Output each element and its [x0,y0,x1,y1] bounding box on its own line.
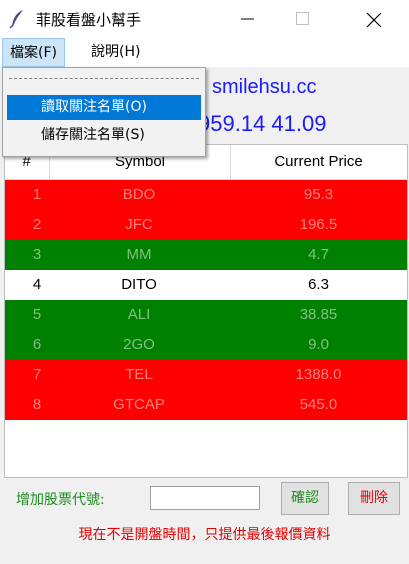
watchlist-table: # Symbol Current Price 1 BDO 95.3 2 JFC 196.5… [4,144,408,478]
table-row[interactable]: 8 GTCAP 545.0 [5,390,407,420]
minimize-button[interactable] [225,0,271,38]
row-price: 4.7 [308,246,329,263]
row-symbol: JFC [125,216,153,233]
table-row[interactable]: 6 2GO 9.0 [5,330,407,360]
minimize-icon [241,18,254,20]
feather-icon [9,9,27,29]
delete-button[interactable]: 刪除 [348,482,400,515]
row-symbol: TEL [125,366,153,383]
row-symbol: DITO [121,276,157,293]
site-link: smilehsu.cc [212,76,317,98]
stock-code-input[interactable] [150,486,260,510]
menu-item-load-watchlist[interactable]: 讀取關注名單(O) [7,95,201,120]
row-price: 95.3 [303,186,334,203]
confirm-button[interactable]: 確認 [281,482,329,515]
menu-file[interactable]: 檔案(F) [2,38,65,67]
add-stock-label: 增加股票代號: [16,492,105,508]
file-menu-dropdown: 讀取關注名單(O) 儲存關注名單(S) [2,67,206,157]
title-bar: 菲股看盤小幫手 [0,0,409,38]
status-message: 現在不是開盤時間，只提供最後報價資料 [78,527,331,543]
row-price: 9.0 [308,336,329,353]
row-price: 545.0 [299,396,338,413]
table-body: 1 BDO 95.3 2 JFC 196.5 3 MM 4.7 4 DITO 6.3 5 ALI 38.85… [5,180,407,420]
table-row[interactable]: 5 ALI 38.85 [5,300,407,330]
menu-bar: 檔案(F) 說明(H) [0,38,409,67]
table-row[interactable]: 2 JFC 196.5 [5,210,407,240]
row-symbol: 2GO [123,336,155,353]
row-symbol: MM [126,246,152,263]
row-symbol: ALI [127,306,151,323]
maximize-button[interactable] [280,0,326,38]
row-symbol: GTCAP [113,396,165,413]
menu-help[interactable]: 說明(H) [84,38,147,67]
window-title: 菲股看盤小幫手 [36,11,142,29]
table-row[interactable]: 3 MM 4.7 [5,240,407,270]
menu-item-save-watchlist[interactable]: 儲存關注名單(S) [7,123,201,148]
table-row[interactable]: 7 TEL 1388.0 [5,360,407,390]
row-price: 6.3 [308,276,329,293]
row-price: 38.85 [299,306,338,323]
maximize-icon [296,12,309,25]
menu-tearoff-line[interactable] [9,78,199,79]
header-current-price[interactable]: Current Price [230,145,407,179]
row-price: 196.5 [299,216,338,233]
table-row[interactable]: 4 DITO 6.3 [5,270,407,300]
row-price: 1388.0 [295,366,342,383]
close-button[interactable] [350,0,396,38]
index-readout: 959.14 41.09 [198,111,327,136]
table-row[interactable]: 1 BDO 95.3 [5,180,407,210]
row-symbol: BDO [122,186,156,203]
close-icon [366,12,382,28]
